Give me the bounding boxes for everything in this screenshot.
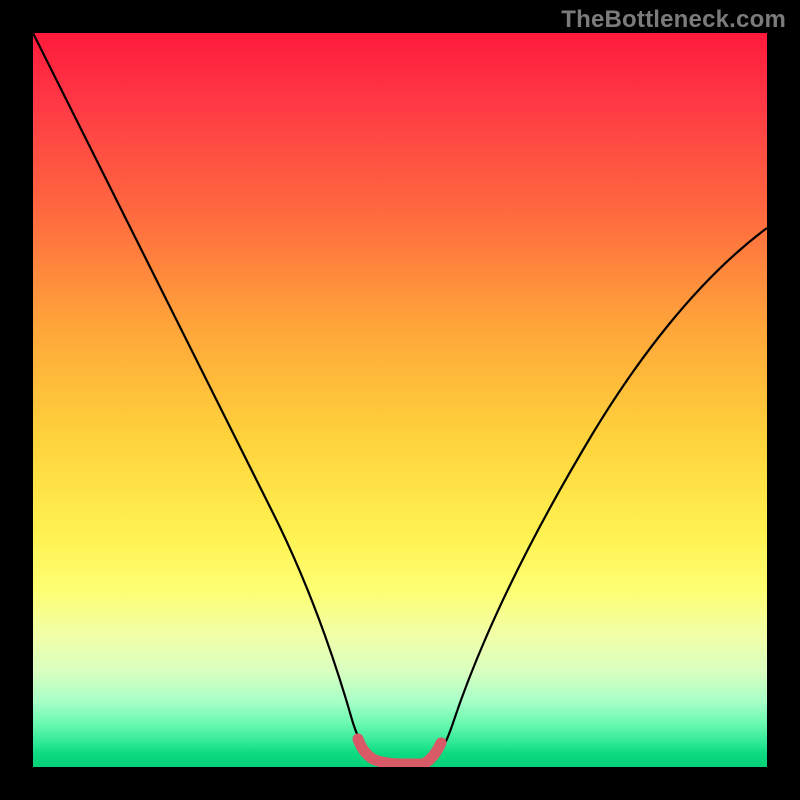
curve-layer — [33, 33, 767, 767]
plot-area — [33, 33, 767, 767]
optimal-zone-marker — [358, 739, 441, 764]
watermark-text: TheBottleneck.com — [561, 6, 786, 34]
chart-frame: TheBottleneck.com — [0, 0, 800, 800]
bottleneck-curve — [33, 33, 767, 763]
